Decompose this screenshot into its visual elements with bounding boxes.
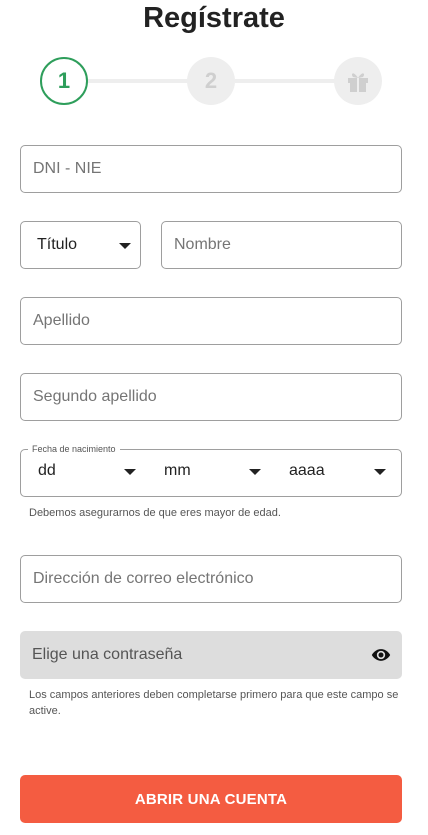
year-select-value: aaaa bbox=[289, 462, 325, 479]
dni-input[interactable] bbox=[33, 160, 401, 178]
title-select[interactable]: Título bbox=[20, 221, 141, 269]
gift-icon bbox=[348, 73, 368, 92]
birthdate-month-select[interactable]: mm bbox=[156, 452, 266, 494]
step-connector bbox=[87, 79, 188, 83]
page-title: Regístrate bbox=[143, 2, 285, 34]
registration-stepper: 1 2 bbox=[0, 56, 428, 106]
password-placeholder: Elige una contraseña bbox=[32, 646, 183, 663]
email-input[interactable] bbox=[33, 570, 401, 588]
open-account-button[interactable]: ABRIR UNA CUENTA bbox=[20, 775, 402, 823]
chevron-down-icon bbox=[124, 469, 136, 475]
day-select-value: dd bbox=[38, 462, 56, 479]
step-2: 2 bbox=[187, 57, 235, 105]
birthdate-year-select[interactable]: aaaa bbox=[281, 452, 393, 494]
eye-icon[interactable] bbox=[371, 645, 391, 665]
birthdate-day-select[interactable]: dd bbox=[30, 452, 140, 494]
chevron-down-icon bbox=[119, 243, 131, 249]
last-name-input[interactable] bbox=[33, 312, 401, 330]
dni-field[interactable] bbox=[20, 145, 402, 193]
month-select-value: mm bbox=[164, 462, 191, 479]
step-gift bbox=[334, 57, 382, 105]
second-last-name-input[interactable] bbox=[33, 388, 401, 406]
last-name-field[interactable] bbox=[20, 297, 402, 345]
step-connector bbox=[235, 79, 335, 83]
title-select-value: Título bbox=[37, 236, 78, 253]
password-field: Elige una contraseña bbox=[20, 631, 402, 679]
first-name-field[interactable] bbox=[161, 221, 402, 269]
birthdate-help-text: Debemos asegurarnos de que eres mayor de… bbox=[29, 507, 281, 519]
chevron-down-icon bbox=[374, 469, 386, 475]
email-field[interactable] bbox=[20, 555, 402, 603]
first-name-input[interactable] bbox=[174, 236, 401, 254]
second-last-name-field[interactable] bbox=[20, 373, 402, 421]
password-help-text: Los campos anteriores deben completarse … bbox=[29, 689, 399, 717]
chevron-down-icon bbox=[249, 469, 261, 475]
step-1: 1 bbox=[40, 57, 88, 105]
